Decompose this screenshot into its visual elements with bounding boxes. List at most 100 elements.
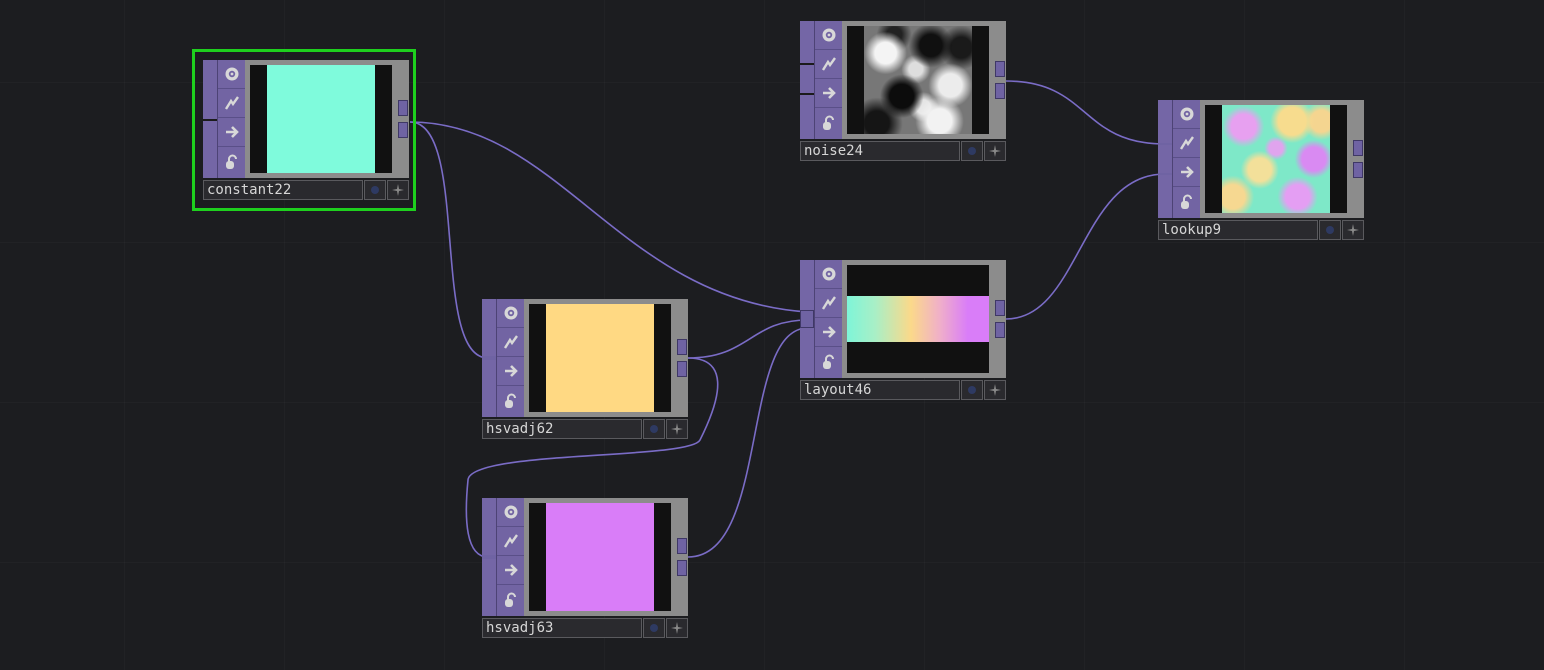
- output-connector-secondary[interactable]: [677, 361, 687, 377]
- node-name-label[interactable]: constant22: [203, 180, 363, 200]
- node-body[interactable]: [1158, 100, 1364, 218]
- output-connector[interactable]: [677, 538, 687, 554]
- input-connector[interactable]: [800, 310, 814, 328]
- cook-lightning-icon[interactable]: [815, 289, 842, 318]
- preview-viewer: [529, 304, 671, 412]
- input-strip[interactable]: [800, 21, 814, 139]
- output-connector[interactable]: [677, 339, 687, 355]
- lock-icon[interactable]: [497, 386, 524, 415]
- node-name-label[interactable]: lookup9: [1158, 220, 1318, 240]
- pin-button[interactable]: [1342, 220, 1364, 240]
- node-noise24[interactable]: noise24: [800, 21, 1006, 161]
- node-layout46[interactable]: layout46: [800, 260, 1006, 400]
- input-strip[interactable]: [203, 60, 217, 178]
- wire-layout46-lookup9[interactable]: [1005, 173, 1166, 320]
- viewer-flag-button[interactable]: [961, 141, 983, 161]
- pin-button[interactable]: [984, 141, 1006, 161]
- wire-noise24-lookup9[interactable]: [1005, 80, 1166, 145]
- node-hsvadj62[interactable]: hsvadj62: [482, 299, 688, 439]
- bypass-arrow-icon[interactable]: [497, 556, 524, 585]
- viewer-toggle-icon[interactable]: [497, 299, 524, 328]
- node-body[interactable]: [203, 60, 409, 178]
- lock-icon[interactable]: [815, 108, 842, 137]
- viewer-flag-button[interactable]: [643, 618, 665, 638]
- flag-dot-icon: [968, 386, 976, 394]
- input-connector[interactable]: [482, 555, 496, 559]
- viewer-toggle-icon[interactable]: [1173, 100, 1200, 129]
- output-connector[interactable]: [995, 300, 1005, 316]
- output-strip: [676, 299, 688, 417]
- preview-viewer: [1205, 105, 1347, 213]
- cook-lightning-icon[interactable]: [815, 50, 842, 79]
- preview-frame: [524, 299, 676, 417]
- lock-icon[interactable]: [497, 585, 524, 614]
- node-body[interactable]: [800, 21, 1006, 139]
- input-connector-secondary[interactable]: [1158, 173, 1172, 175]
- input-strip[interactable]: [482, 299, 496, 417]
- node-name-label[interactable]: hsvadj63: [482, 618, 642, 638]
- input-connector[interactable]: [1158, 143, 1172, 145]
- bypass-arrow-icon[interactable]: [815, 318, 842, 347]
- node-icon-bar: [814, 260, 842, 378]
- input-connector[interactable]: [482, 356, 496, 360]
- cook-lightning-icon[interactable]: [497, 527, 524, 556]
- node-body[interactable]: [800, 260, 1006, 378]
- pin-button[interactable]: [387, 180, 409, 200]
- preview-image: [546, 304, 654, 412]
- output-strip: [397, 60, 409, 178]
- node-icon-bar: [1172, 100, 1200, 218]
- input-connector-secondary[interactable]: [800, 93, 814, 95]
- cook-lightning-icon[interactable]: [497, 328, 524, 357]
- preview-image: [1222, 105, 1330, 213]
- wire-constant22-hsvadj62[interactable]: [409, 121, 489, 359]
- node-lookup9[interactable]: lookup9: [1158, 100, 1364, 240]
- input-strip[interactable]: [1158, 100, 1172, 218]
- node-body[interactable]: [482, 498, 688, 616]
- lock-icon[interactable]: [1173, 187, 1200, 216]
- viewer-flag-button[interactable]: [364, 180, 386, 200]
- input-connector[interactable]: [203, 119, 217, 121]
- output-connector-secondary[interactable]: [1353, 162, 1363, 178]
- node-hsvadj63[interactable]: hsvadj63: [482, 498, 688, 638]
- viewer-toggle-icon[interactable]: [497, 498, 524, 527]
- node-name-label[interactable]: layout46: [800, 380, 960, 400]
- pin-button[interactable]: [984, 380, 1006, 400]
- node-name-label[interactable]: hsvadj62: [482, 419, 642, 439]
- output-connector[interactable]: [398, 100, 408, 116]
- bypass-arrow-icon[interactable]: [1173, 158, 1200, 187]
- bypass-arrow-icon[interactable]: [218, 118, 245, 147]
- cook-lightning-icon[interactable]: [218, 89, 245, 118]
- pin-button[interactable]: [666, 419, 688, 439]
- output-connector[interactable]: [1353, 140, 1363, 156]
- input-strip[interactable]: [482, 498, 496, 616]
- preview-image: [847, 296, 989, 342]
- viewer-flag-button[interactable]: [1319, 220, 1341, 240]
- viewer-toggle-icon[interactable]: [815, 260, 842, 289]
- viewer-toggle-icon[interactable]: [815, 21, 842, 50]
- input-strip[interactable]: [800, 260, 814, 378]
- output-connector-secondary[interactable]: [995, 83, 1005, 99]
- viewer-flag-button[interactable]: [961, 380, 983, 400]
- sparkle-icon: [392, 184, 404, 196]
- bypass-arrow-icon[interactable]: [815, 79, 842, 108]
- bypass-arrow-icon[interactable]: [497, 357, 524, 386]
- lock-icon[interactable]: [815, 347, 842, 376]
- output-connector-secondary[interactable]: [677, 560, 687, 576]
- node-name-label[interactable]: noise24: [800, 141, 960, 161]
- output-connector-secondary[interactable]: [995, 322, 1005, 338]
- viewer-flag-button[interactable]: [643, 419, 665, 439]
- input-connector[interactable]: [800, 63, 814, 65]
- node-body[interactable]: [482, 299, 688, 417]
- output-connector-secondary[interactable]: [398, 122, 408, 138]
- lock-icon[interactable]: [218, 147, 245, 176]
- output-connector[interactable]: [995, 61, 1005, 77]
- cook-lightning-icon[interactable]: [1173, 129, 1200, 158]
- viewer-toggle-icon[interactable]: [218, 60, 245, 89]
- node-constant22[interactable]: constant22: [192, 49, 416, 211]
- preview-frame: [524, 498, 676, 616]
- node-icon-bar: [217, 60, 245, 178]
- wire-hsvadj62-layout46[interactable]: [687, 319, 809, 359]
- wire-constant22-layout46[interactable]: [409, 121, 809, 313]
- pin-button[interactable]: [666, 618, 688, 638]
- output-strip: [994, 260, 1006, 378]
